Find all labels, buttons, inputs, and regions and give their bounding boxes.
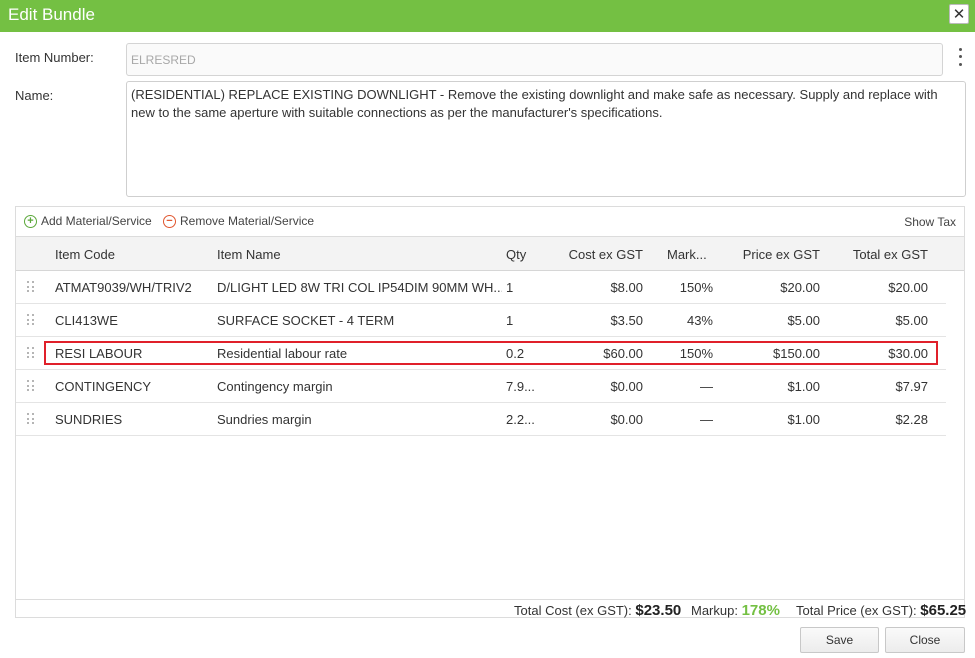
drag-handle-icon[interactable]	[27, 380, 35, 392]
cost-cell: $0.00	[610, 379, 643, 394]
dialog-title: Edit Bundle	[8, 5, 95, 24]
markup-summary: Markup: 178%	[691, 602, 780, 619]
cost-cell: $0.00	[610, 412, 643, 427]
item-code-cell: CONTINGENCY	[55, 379, 152, 394]
item-number-label: Item Number:	[15, 50, 94, 65]
dialog-title-bar: Edit Bundle ✕	[0, 0, 975, 32]
item-name-cell: SURFACE SOCKET - 4 TERM	[217, 313, 395, 328]
column-header-total[interactable]: Total ex GST	[831, 247, 928, 262]
cost-cell: $8.00	[610, 280, 643, 295]
column-header-qty[interactable]: Qty	[506, 247, 526, 262]
price-cell: $1.00	[787, 379, 820, 394]
item-name-cell: Contingency margin	[217, 379, 333, 394]
table-row[interactable]: CONTINGENCY Contingency margin 7.9... $0…	[16, 370, 946, 403]
plus-circle-icon: +	[24, 214, 37, 228]
total-cost-summary: Total Cost (ex GST): $23.50	[514, 602, 681, 619]
markup-cell: —	[700, 379, 713, 394]
total-price-value: $65.25	[920, 602, 967, 619]
remove-material-label: Remove Material/Service	[180, 214, 315, 228]
total-cell: $20.00	[888, 280, 928, 295]
total-cell: $7.97	[895, 379, 928, 394]
qty-cell[interactable]: 2.2...	[506, 412, 546, 427]
drag-handle-icon[interactable]	[27, 413, 35, 425]
markup-value: 178%	[741, 602, 780, 619]
save-button[interactable]: Save	[800, 627, 879, 653]
total-cost-value: $23.50	[635, 602, 682, 619]
item-name-cell: Sundries margin	[217, 412, 312, 427]
item-code-cell: CLI413WE	[55, 313, 118, 328]
price-cell: $1.00	[787, 412, 820, 427]
cost-cell: $3.50	[610, 313, 643, 328]
bundle-items-grid: + Add Material/Service − Remove Material…	[15, 206, 965, 618]
minus-circle-icon: −	[163, 214, 176, 228]
table-row[interactable]: CLI413WE SURFACE SOCKET - 4 TERM 1 $3.50…	[16, 304, 946, 337]
column-header-price[interactable]: Price ex GST	[721, 247, 820, 262]
qty-cell[interactable]: 1	[506, 313, 546, 328]
name-label: Name:	[15, 88, 54, 103]
column-header-markup[interactable]: Mark...	[667, 247, 707, 262]
close-button[interactable]: Close	[885, 627, 965, 653]
qty-cell[interactable]: 1	[506, 280, 546, 295]
close-icon[interactable]: ✕	[949, 4, 969, 24]
total-cell: $5.00	[895, 313, 928, 328]
more-options-icon[interactable]	[953, 46, 967, 68]
markup-cell: —	[700, 412, 713, 427]
item-number-field[interactable]: ELRESRED	[126, 43, 943, 76]
name-field[interactable]: (RESIDENTIAL) REPLACE EXISTING DOWNLIGHT…	[126, 81, 966, 197]
total-cost-label: Total Cost (ex GST):	[514, 603, 632, 618]
table-row[interactable]: ATMAT9039/WH/TRIV2 D/LIGHT LED 8W TRI CO…	[16, 271, 946, 304]
show-tax-toggle[interactable]: Show Tax	[904, 215, 956, 229]
markup-cell: 150%	[679, 280, 713, 295]
grid-footer-divider	[16, 599, 964, 600]
total-price-label: Total Price (ex GST):	[796, 603, 917, 618]
column-header-item-name[interactable]: Item Name	[217, 247, 281, 262]
price-cell: $20.00	[780, 280, 820, 295]
item-code-cell: ATMAT9039/WH/TRIV2	[55, 280, 192, 295]
grid-header: Item Code Item Name Qty Cost ex GST Mark…	[16, 236, 964, 271]
row-highlight-box	[44, 341, 938, 365]
add-material-label: Add Material/Service	[41, 214, 152, 228]
markup-cell: 43%	[686, 313, 713, 328]
drag-handle-icon[interactable]	[27, 281, 35, 293]
price-cell: $5.00	[787, 313, 820, 328]
drag-handle-icon[interactable]	[27, 347, 35, 359]
item-name-cell: D/LIGHT LED 8W TRI COL IP54DIM 90MM WH..…	[217, 280, 502, 295]
grid-toolbar: + Add Material/Service − Remove Material…	[16, 207, 964, 236]
table-row[interactable]: SUNDRIES Sundries margin 2.2... $0.00 — …	[16, 403, 946, 436]
total-cell: $2.28	[895, 412, 928, 427]
remove-material-button[interactable]: − Remove Material/Service	[163, 214, 314, 228]
markup-label: Markup:	[691, 603, 738, 618]
add-material-button[interactable]: + Add Material/Service	[24, 214, 152, 228]
drag-handle-icon[interactable]	[27, 314, 35, 326]
column-header-cost[interactable]: Cost ex GST	[556, 247, 643, 262]
column-header-item-code[interactable]: Item Code	[55, 247, 115, 262]
total-price-summary: Total Price (ex GST): $65.25	[796, 602, 966, 619]
qty-cell[interactable]: 7.9...	[506, 379, 546, 394]
item-code-cell: SUNDRIES	[55, 412, 123, 427]
